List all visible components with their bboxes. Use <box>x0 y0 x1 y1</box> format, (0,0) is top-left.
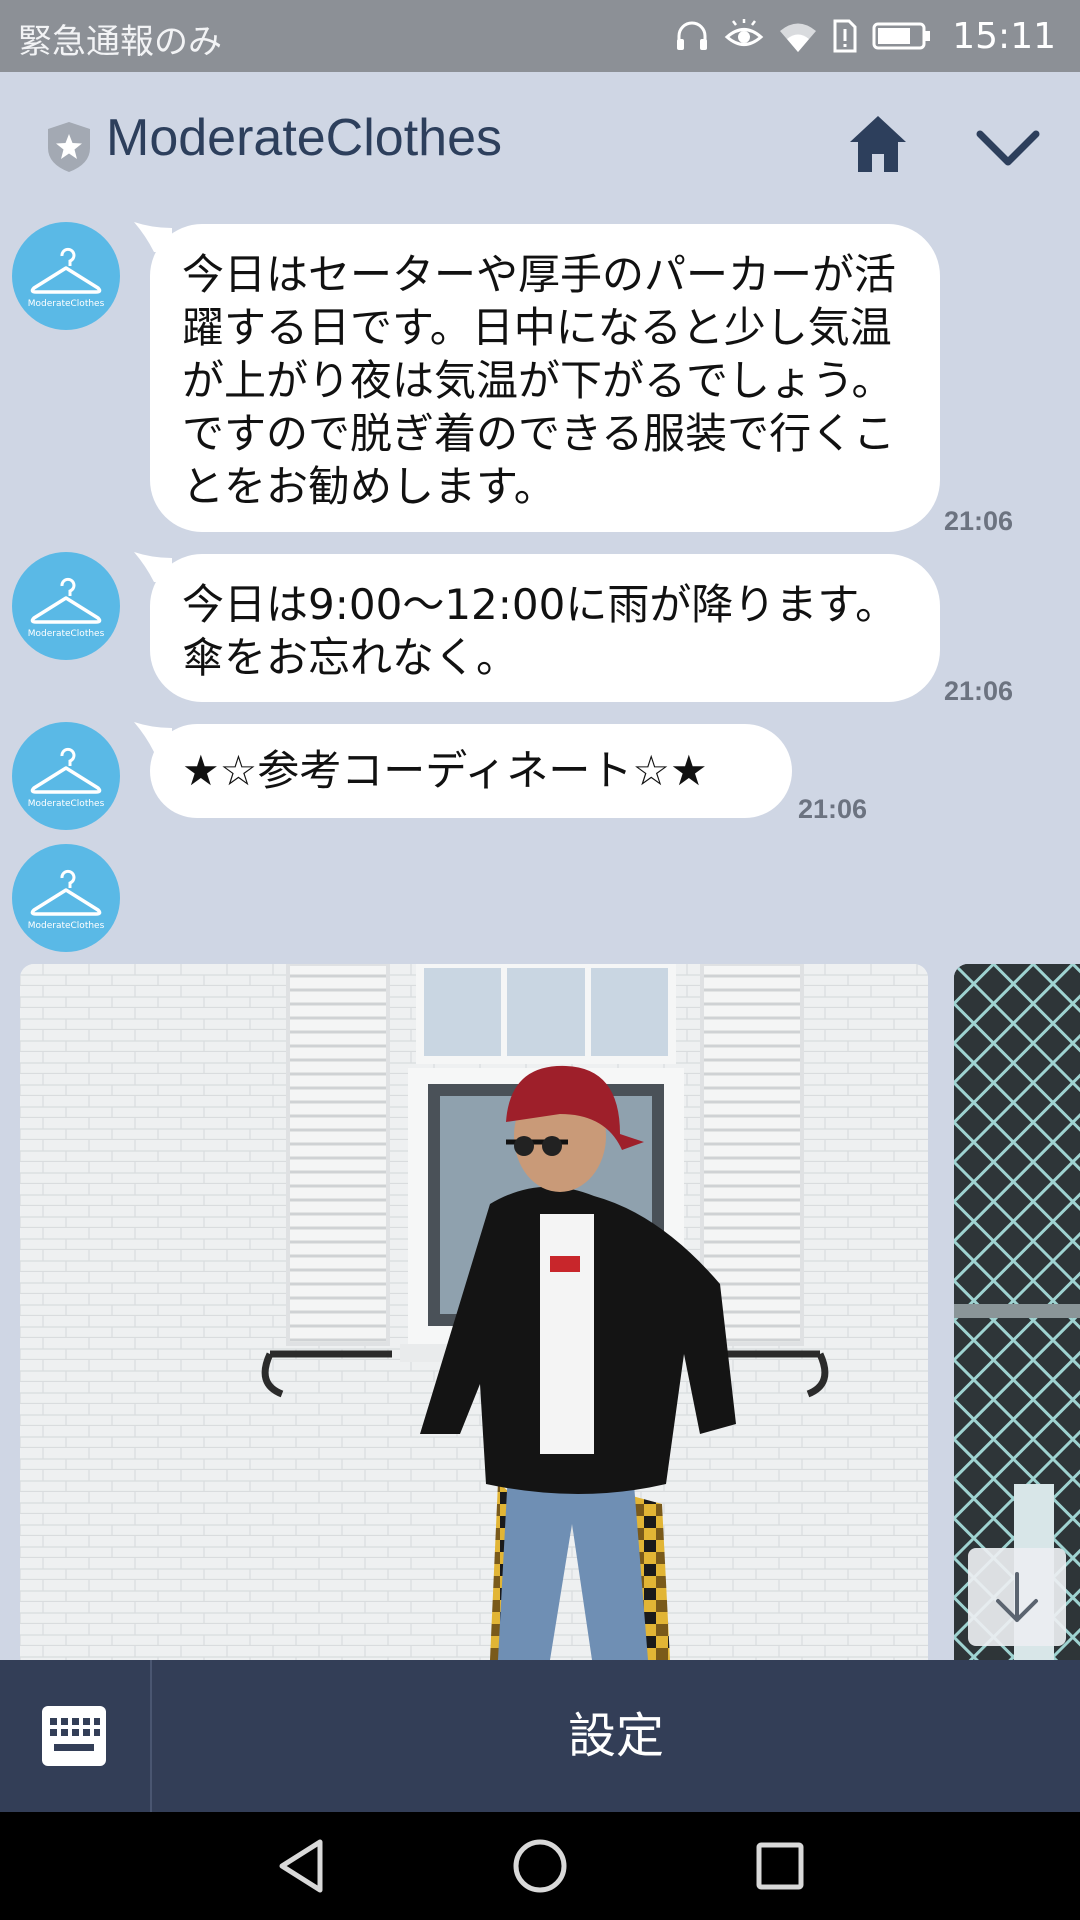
outfit-photo-1[interactable] <box>20 964 928 1660</box>
message-time: 21:06 <box>944 506 1014 536</box>
message-text: ★☆参考コーディネート☆★ <box>182 746 708 795</box>
arrow-down-icon <box>996 1572 1038 1622</box>
hanger-icon: ModerateClothes <box>28 577 105 639</box>
chevron-down-icon[interactable] <box>974 124 1042 172</box>
chat-title[interactable]: ModerateClothes <box>106 108 502 168</box>
message-bubble[interactable]: ★☆参考コーディネート☆★ <box>150 724 792 818</box>
outfit-photo-illustration <box>20 964 928 1660</box>
shield-star-icon <box>46 120 92 178</box>
home-icon[interactable] <box>846 112 910 176</box>
hanger-icon: ModerateClothes <box>28 747 105 809</box>
message-bubble[interactable]: 今日はセーターや厚手のパーカーが活躍する日です。日中になると少し気温が上がり夜は… <box>150 224 940 532</box>
bot-avatar[interactable]: ModerateClothes <box>12 222 120 330</box>
back-icon[interactable] <box>272 1836 332 1896</box>
message-bubble[interactable]: 今日は9:00〜12:00に雨が降ります。傘をお忘れなく。 <box>150 554 940 702</box>
clock: 15:11 <box>952 15 1056 57</box>
hanger-icon: ModerateClothes <box>28 869 105 931</box>
svg-text:ModerateClothes: ModerateClothes <box>28 921 105 931</box>
eye-icon <box>724 18 764 54</box>
bot-avatar[interactable]: ModerateClothes <box>12 722 120 830</box>
bot-avatar[interactable]: ModerateClothes <box>12 844 120 952</box>
system-nav-bar <box>0 1812 1080 1920</box>
battery-icon <box>872 21 932 51</box>
keyboard-icon <box>42 1706 106 1766</box>
message-text: 今日はセーターや厚手のパーカーが活躍する日です。日中になると少し気温が上がり夜は… <box>182 250 897 511</box>
scroll-to-bottom-button[interactable] <box>968 1548 1066 1646</box>
settings-menu-button[interactable]: 設定 <box>152 1660 1080 1812</box>
chat-header: ModerateClothes <box>0 72 1080 212</box>
svg-text:ModerateClothes: ModerateClothes <box>28 799 105 809</box>
home-circle-icon[interactable] <box>510 1836 570 1896</box>
status-bar: 緊急通報のみ 15:11 <box>0 0 1080 72</box>
svg-text:ModerateClothes: ModerateClothes <box>28 299 105 309</box>
message-time: 21:06 <box>944 676 1014 706</box>
recents-icon[interactable] <box>750 1836 810 1896</box>
status-icons: 15:11 <box>674 12 1056 60</box>
hanger-icon: ModerateClothes <box>28 247 105 309</box>
emergency-calls-only-text: 緊急通報のみ <box>18 22 222 62</box>
sim-alert-icon <box>832 18 858 54</box>
message-text: 今日は9:00〜12:00に雨が降ります。傘をお忘れなく。 <box>182 580 898 682</box>
svg-text:ModerateClothes: ModerateClothes <box>28 629 105 639</box>
message-time: 21:06 <box>798 794 868 824</box>
headphones-icon <box>674 18 710 54</box>
bot-avatar[interactable]: ModerateClothes <box>12 552 120 660</box>
keyboard-toggle-button[interactable] <box>0 1660 152 1812</box>
rich-menu-bar: 設定 <box>0 1660 1080 1812</box>
wifi-icon <box>778 18 818 54</box>
